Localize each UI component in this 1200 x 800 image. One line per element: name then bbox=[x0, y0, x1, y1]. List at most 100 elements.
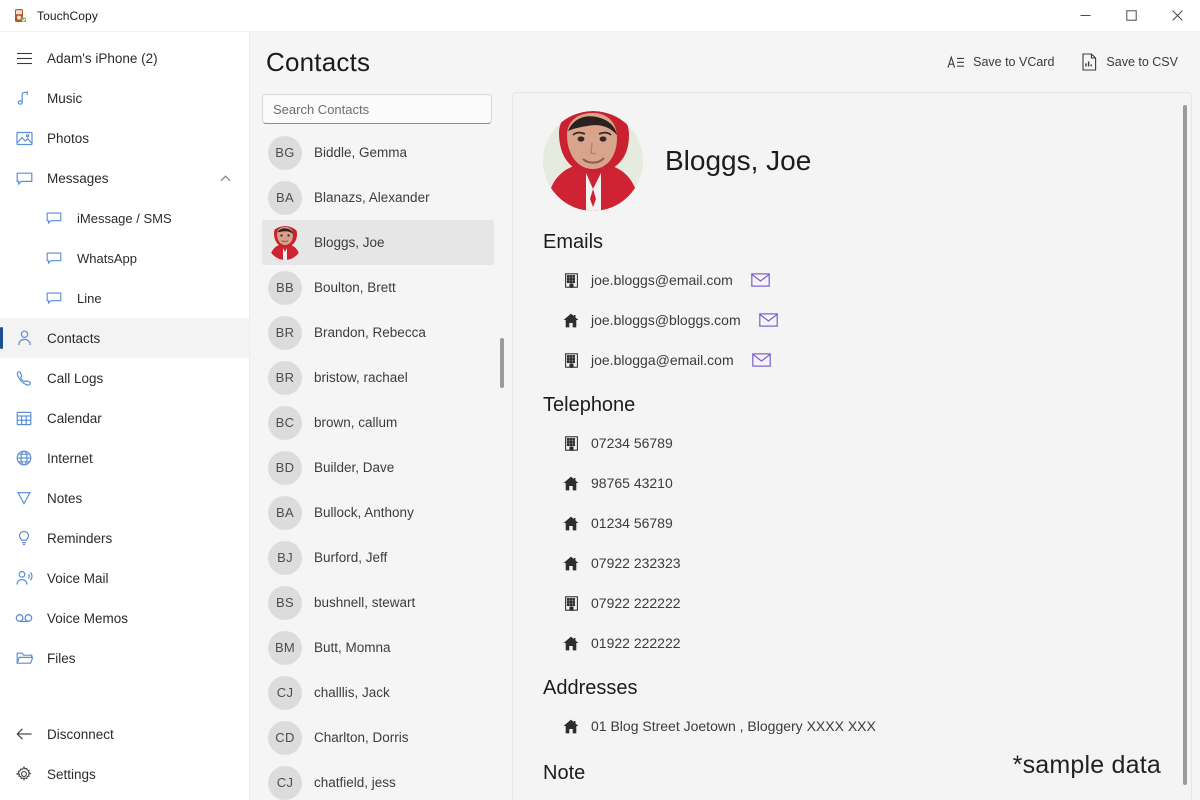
list-item[interactable]: BJ Burford, Jeff bbox=[262, 535, 494, 580]
sidebar-item-calendar[interactable]: Calendar bbox=[0, 398, 249, 438]
sidebar-item-label: Music bbox=[47, 91, 82, 106]
avatar: CJ bbox=[268, 676, 302, 710]
list-item[interactable]: BA Blanazs, Alexander bbox=[262, 175, 494, 220]
close-button[interactable] bbox=[1154, 0, 1200, 32]
sidebar-item-notes[interactable]: Notes bbox=[0, 478, 249, 518]
contact-name: Bullock, Anthony bbox=[314, 505, 414, 520]
list-item[interactable]: BB Boulton, Brett bbox=[262, 265, 494, 310]
envelope-icon[interactable] bbox=[751, 273, 771, 288]
sidebar-item-settings[interactable]: Settings bbox=[0, 754, 249, 794]
sidebar-spacer bbox=[0, 678, 249, 714]
sidebar-item-imessage-sms[interactable]: iMessage / SMS bbox=[0, 198, 249, 238]
work-building-icon bbox=[563, 595, 579, 611]
window-body: Adam's iPhone (2) Music bbox=[0, 32, 1200, 800]
contact-name: Burford, Jeff bbox=[314, 550, 387, 565]
list-item[interactable]: BM Butt, Momna bbox=[262, 625, 494, 670]
sidebar-item-label: iMessage / SMS bbox=[77, 211, 172, 226]
sidebar-item-call-logs[interactable]: Call Logs bbox=[0, 358, 249, 398]
telephone-row[interactable]: 01922 222222 bbox=[543, 623, 1161, 663]
sidebar-item-label: Voice Memos bbox=[47, 611, 128, 626]
sidebar-item-reminders[interactable]: Reminders bbox=[0, 518, 249, 558]
email-row[interactable]: joe.bloggs@email.com bbox=[543, 260, 1161, 300]
avatar bbox=[543, 111, 643, 211]
telephone-value: 07922 232323 bbox=[591, 555, 681, 571]
sidebar-item-label: Disconnect bbox=[47, 727, 114, 742]
avatar: BA bbox=[268, 496, 302, 530]
contact-name: challlis, Jack bbox=[314, 685, 390, 700]
sidebar: Adam's iPhone (2) Music bbox=[0, 32, 250, 800]
email-row[interactable]: joe.bloggs@bloggs.com bbox=[543, 300, 1161, 340]
telephone-row[interactable]: 98765 43210 bbox=[543, 463, 1161, 503]
music-note-icon bbox=[14, 88, 34, 108]
sidebar-item-internet[interactable]: Internet bbox=[0, 438, 249, 478]
telephone-row[interactable]: 07234 56789 bbox=[543, 423, 1161, 463]
sidebar-item-files[interactable]: Files bbox=[0, 638, 249, 678]
sidebar-item-voice-mail[interactable]: Voice Mail bbox=[0, 558, 249, 598]
list-item[interactable]: BR bristow, rachael bbox=[262, 355, 494, 400]
list-item[interactable]: CJ challlis, Jack bbox=[262, 670, 494, 715]
search-box[interactable] bbox=[262, 94, 492, 124]
envelope-icon[interactable] bbox=[752, 353, 772, 368]
work-building-icon bbox=[563, 435, 579, 451]
minimize-button[interactable] bbox=[1062, 0, 1108, 32]
list-item[interactable]: BG Biddle, Gemma bbox=[262, 130, 494, 175]
sidebar-item-line[interactable]: Line bbox=[0, 278, 249, 318]
contact-list[interactable]: BG Biddle, Gemma BA Blanazs, Alexander bbox=[262, 130, 512, 800]
contact-detail-name: Bloggs, Joe bbox=[665, 145, 811, 177]
telephone-row[interactable]: 01234 56789 bbox=[543, 503, 1161, 543]
save-to-csv-button[interactable]: Save to CSV bbox=[1080, 53, 1178, 71]
telephone-row[interactable]: 07922 232323 bbox=[543, 543, 1161, 583]
contact-name: Charlton, Dorris bbox=[314, 730, 409, 745]
sidebar-item-whatsapp[interactable]: WhatsApp bbox=[0, 238, 249, 278]
avatar: BA bbox=[268, 181, 302, 215]
avatar: BD bbox=[268, 451, 302, 485]
sidebar-item-contacts[interactable]: Contacts bbox=[0, 318, 249, 358]
folder-icon bbox=[14, 648, 34, 668]
sidebar-item-messages[interactable]: Messages bbox=[0, 158, 249, 198]
sidebar-item-label: Files bbox=[47, 651, 76, 666]
sidebar-device-item[interactable]: Adam's iPhone (2) bbox=[0, 38, 249, 78]
list-item[interactable]: CD Charlton, Dorris bbox=[262, 715, 494, 760]
envelope-icon[interactable] bbox=[759, 313, 779, 328]
sidebar-item-photos[interactable]: Photos bbox=[0, 118, 249, 158]
list-item[interactable]: BS bushnell, stewart bbox=[262, 580, 494, 625]
search-input[interactable] bbox=[273, 102, 481, 117]
list-item[interactable]: BD Builder, Dave bbox=[262, 445, 494, 490]
address-row[interactable]: 01 Blog Street Joetown , Bloggery XXXX X… bbox=[543, 706, 1161, 746]
save-to-vcard-button[interactable]: Save to VCard bbox=[947, 53, 1054, 71]
contact-name: brown, callum bbox=[314, 415, 397, 430]
sidebar-item-voice-memos[interactable]: Voice Memos bbox=[0, 598, 249, 638]
list-item[interactable]: BR Brandon, Rebecca bbox=[262, 310, 494, 355]
title-bar: TouchCopy bbox=[0, 0, 1200, 32]
search-wrap bbox=[262, 92, 512, 130]
sidebar-item-music[interactable]: Music bbox=[0, 78, 249, 118]
list-item[interactable]: CJ chatfield, jess bbox=[262, 760, 494, 800]
home-icon bbox=[563, 312, 579, 328]
chevron-up-icon[interactable] bbox=[220, 175, 231, 182]
list-item-selected[interactable]: Bloggs, Joe bbox=[262, 220, 494, 265]
contact-name: chatfield, jess bbox=[314, 775, 396, 790]
reminders-icon bbox=[14, 528, 34, 548]
sidebar-item-label: Line bbox=[77, 291, 102, 306]
sidebar-item-label: Messages bbox=[47, 171, 109, 186]
maximize-button[interactable] bbox=[1108, 0, 1154, 32]
telephone-heading: Telephone bbox=[543, 394, 1161, 417]
list-item[interactable]: BA Bullock, Anthony bbox=[262, 490, 494, 535]
avatar: CJ bbox=[268, 766, 302, 800]
email-row[interactable]: joe.blogga@email.com bbox=[543, 340, 1161, 380]
sample-data-watermark: *sample data bbox=[1013, 751, 1161, 780]
contact-list-scrollbar[interactable] bbox=[500, 338, 504, 388]
telephone-row[interactable]: 07922 222222 bbox=[543, 583, 1161, 623]
hamburger-menu-icon[interactable] bbox=[14, 48, 34, 68]
phone-icon bbox=[14, 368, 34, 388]
detail-scrollbar[interactable] bbox=[1183, 105, 1187, 785]
sidebar-item-disconnect[interactable]: Disconnect bbox=[0, 714, 249, 754]
vcard-icon bbox=[947, 53, 965, 71]
gear-icon bbox=[14, 764, 34, 784]
telephone-value: 01922 222222 bbox=[591, 635, 681, 651]
touchcopy-window: TouchCopy bbox=[0, 0, 1200, 800]
telephone-value: 98765 43210 bbox=[591, 475, 673, 491]
avatar bbox=[268, 226, 302, 260]
work-building-icon bbox=[563, 272, 579, 288]
list-item[interactable]: BC brown, callum bbox=[262, 400, 494, 445]
